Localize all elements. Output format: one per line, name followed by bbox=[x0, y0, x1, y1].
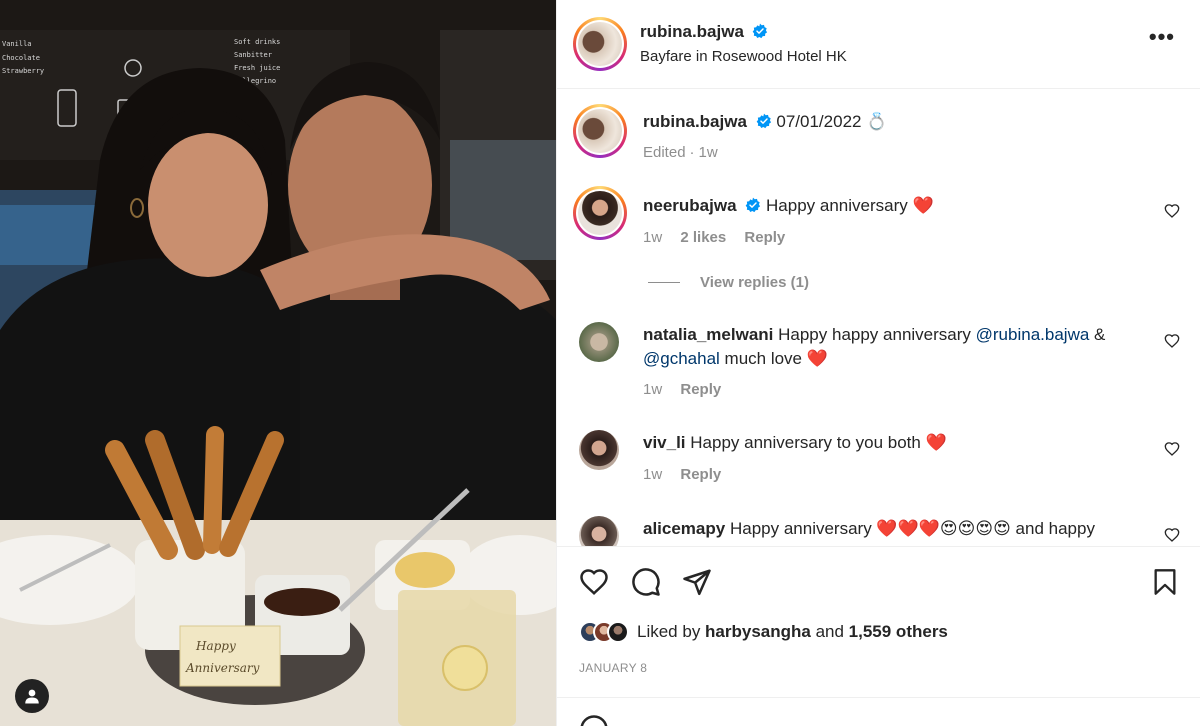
comment-avatar[interactable] bbox=[579, 430, 619, 470]
comment-username[interactable]: neerubajwa bbox=[643, 196, 737, 215]
likes-mid: and bbox=[810, 622, 849, 641]
card-text-line2: Anniversary bbox=[185, 661, 260, 675]
caption-avatar[interactable] bbox=[573, 104, 627, 158]
like-comment-heart-icon[interactable] bbox=[1164, 441, 1180, 457]
comment-bubble-icon[interactable] bbox=[631, 567, 661, 597]
likes-summary[interactable]: Liked by harbysangha and 1,559 others bbox=[579, 621, 948, 643]
likes-count[interactable]: 1,559 others bbox=[849, 622, 948, 641]
comment-text: much love ❤️ bbox=[719, 349, 828, 368]
more-options-button[interactable]: ••• bbox=[1149, 26, 1175, 48]
comment-likes[interactable]: 2 likes bbox=[680, 229, 726, 246]
comment-text: Happy anniversary to you both ❤️ bbox=[690, 433, 947, 452]
menu-text: Soft drinks bbox=[234, 38, 280, 46]
mention-link[interactable]: @rubina.bajwa bbox=[976, 325, 1090, 344]
reply-button[interactable]: Reply bbox=[680, 381, 721, 398]
person-icon bbox=[25, 689, 39, 704]
comment-time[interactable]: 1w bbox=[643, 381, 662, 398]
comment-username[interactable]: alicemapy bbox=[643, 519, 725, 538]
menu-text: Strawberry bbox=[2, 67, 44, 75]
post-header: rubina.bajwa Bayfare in Rosewood Hotel H… bbox=[557, 0, 1200, 89]
like-comment-heart-icon[interactable] bbox=[1164, 333, 1180, 349]
likes-prefix: Liked by bbox=[637, 622, 706, 641]
like-comment-heart-icon[interactable] bbox=[1164, 527, 1180, 543]
comment-username[interactable]: natalia_melwani bbox=[643, 325, 773, 344]
comments-list[interactable]: rubina.bajwa 07/01/2022 💍 Edited · 1w neer… bbox=[557, 90, 1200, 546]
author-username[interactable]: rubina.bajwa bbox=[640, 22, 744, 41]
post-photo[interactable]: Vanilla Chocolate Strawberry Soft drinks… bbox=[0, 0, 556, 726]
share-send-icon[interactable] bbox=[682, 567, 712, 597]
caption-text: 07/01/2022 💍 bbox=[776, 112, 888, 131]
view-replies-button[interactable]: View replies (1) bbox=[648, 274, 809, 291]
comment-text: Happy happy anniversary bbox=[778, 325, 976, 344]
comment-avatar[interactable] bbox=[579, 322, 619, 362]
mention-link[interactable]: @gchahal bbox=[643, 349, 720, 368]
post-location[interactable]: Bayfare in Rosewood Hotel HK bbox=[640, 48, 847, 65]
add-comment-row[interactable] bbox=[557, 697, 1200, 726]
emoji-icon[interactable] bbox=[579, 714, 609, 726]
comment-avatar[interactable] bbox=[573, 186, 627, 240]
liker-avatar bbox=[607, 621, 629, 643]
like-comment-heart-icon[interactable] bbox=[1164, 203, 1180, 219]
caption-edited: Edited bbox=[643, 144, 686, 161]
post-date[interactable]: JANUARY 8 bbox=[579, 661, 647, 675]
caption-time[interactable]: 1w bbox=[699, 144, 718, 161]
menu-text: Vanilla bbox=[2, 40, 32, 48]
verified-icon bbox=[756, 113, 771, 129]
comment-avatar[interactable] bbox=[579, 516, 619, 546]
comment-time[interactable]: 1w bbox=[643, 229, 662, 246]
reply-button[interactable]: Reply bbox=[744, 229, 785, 246]
liker-username[interactable]: harbysangha bbox=[705, 622, 811, 641]
bookmark-icon[interactable] bbox=[1151, 567, 1179, 597]
user-tag-button[interactable] bbox=[15, 679, 49, 713]
post-detail-panel: rubina.bajwa Bayfare in Rosewood Hotel H… bbox=[556, 0, 1200, 726]
comment-time[interactable]: 1w bbox=[643, 466, 662, 483]
card-text-line1: Happy bbox=[195, 639, 236, 653]
view-replies-label: View replies (1) bbox=[700, 274, 809, 291]
post-actions: Liked by harbysangha and 1,559 others JA… bbox=[557, 546, 1200, 696]
comment-text: Happy anniversary ❤️❤️❤️😍😍😍😍 and happy bbox=[729, 519, 1095, 538]
reply-button[interactable]: Reply bbox=[680, 466, 721, 483]
verified-icon bbox=[753, 23, 768, 39]
verified-icon bbox=[745, 197, 761, 213]
menu-text: Chocolate bbox=[2, 54, 40, 62]
comment-username[interactable]: viv_li bbox=[643, 433, 686, 452]
menu-text: Fresh juice bbox=[234, 64, 280, 72]
author-avatar[interactable] bbox=[573, 17, 627, 71]
caption-username[interactable]: rubina.bajwa bbox=[643, 112, 747, 131]
menu-text: Sanbitter bbox=[234, 51, 272, 59]
like-heart-icon[interactable] bbox=[579, 567, 609, 597]
comment-text: Happy anniversary ❤️ bbox=[766, 196, 934, 215]
comment-text: & bbox=[1089, 325, 1106, 344]
